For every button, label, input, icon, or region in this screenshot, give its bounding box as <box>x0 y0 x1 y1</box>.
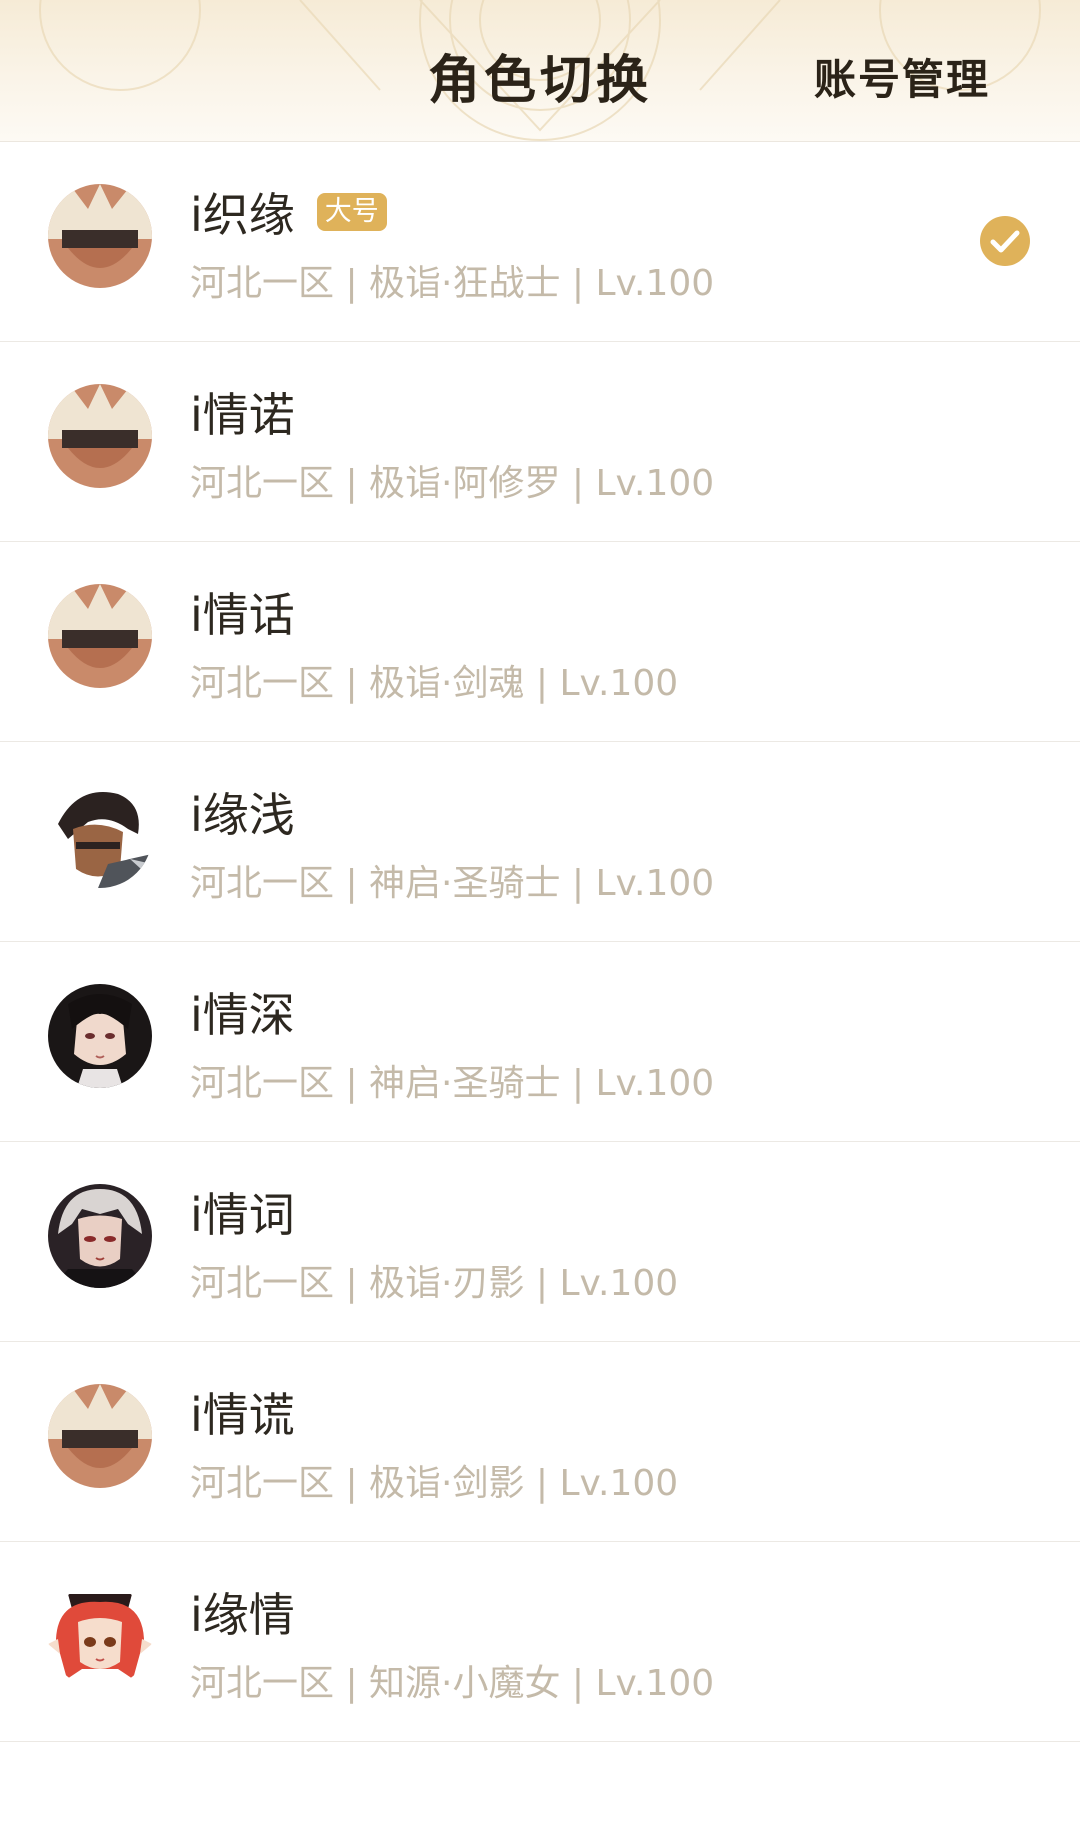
white-hair-warrior-avatar <box>48 184 152 288</box>
role-item[interactable]: i缘情 河北一区 | 知源·小魔女 | Lv.100 <box>0 1542 1080 1742</box>
role-item[interactable]: i情话 河北一区 | 极诣·剑魂 | Lv.100 <box>0 542 1080 742</box>
role-item[interactable]: i缘浅 河北一区 | 神启·圣骑士 | Lv.100 <box>0 742 1080 942</box>
black-hair-woman-avatar <box>48 984 152 1088</box>
white-hair-warrior-avatar <box>48 584 152 688</box>
role-name: i情词 <box>190 1188 295 1242</box>
red-hair-witch-avatar <box>48 1584 152 1688</box>
role-meta: 河北一区 | 极诣·剑影 | Lv.100 <box>190 1463 679 1504</box>
account-management-button[interactable]: 账号管理 <box>814 46 990 107</box>
white-hair-warrior-avatar <box>48 1384 152 1488</box>
main-account-badge: 大号 <box>316 193 387 231</box>
role-name: i缘情 <box>190 1588 295 1642</box>
role-meta: 河北一区 | 神启·圣骑士 | Lv.100 <box>190 863 715 904</box>
role-name: i情诺 <box>190 388 295 442</box>
role-item[interactable]: i织缘 大号 河北一区 | 极诣·狂战士 | Lv.100 <box>0 142 1080 342</box>
top-bar: 角色切换 账号管理 <box>0 0 1080 142</box>
role-item[interactable]: i情词 河北一区 | 极诣·刃影 | Lv.100 <box>0 1142 1080 1342</box>
role-name: i情深 <box>190 988 295 1042</box>
role-item[interactable]: i情深 河北一区 | 神启·圣骑士 | Lv.100 <box>0 942 1080 1142</box>
role-meta: 河北一区 | 极诣·阿修罗 | Lv.100 <box>190 463 715 504</box>
white-hair-warrior-avatar <box>48 384 152 488</box>
role-name: i缘浅 <box>190 788 295 842</box>
role-name: i情谎 <box>190 1388 295 1442</box>
role-name: i情话 <box>190 588 295 642</box>
silver-hair-assassin-avatar <box>48 1184 152 1288</box>
role-name: i织缘 <box>190 188 295 242</box>
role-list: i织缘 大号 河北一区 | 极诣·狂战士 | Lv.100 i情诺 河北一区 |… <box>0 142 1080 1742</box>
role-item[interactable]: i情诺 河北一区 | 极诣·阿修罗 | Lv.100 <box>0 342 1080 542</box>
role-item[interactable]: i情谎 河北一区 | 极诣·剑影 | Lv.100 <box>0 1342 1080 1542</box>
role-meta: 河北一区 | 极诣·刃影 | Lv.100 <box>190 1263 679 1304</box>
role-meta: 河北一区 | 极诣·狂战士 | Lv.100 <box>190 263 715 304</box>
role-meta: 河北一区 | 极诣·剑魂 | Lv.100 <box>190 663 679 704</box>
selected-check-icon <box>980 216 1030 266</box>
role-meta: 河北一区 | 知源·小魔女 | Lv.100 <box>190 1663 715 1704</box>
dark-hair-priest-avatar <box>48 784 152 888</box>
role-meta: 河北一区 | 神启·圣骑士 | Lv.100 <box>190 1063 715 1104</box>
